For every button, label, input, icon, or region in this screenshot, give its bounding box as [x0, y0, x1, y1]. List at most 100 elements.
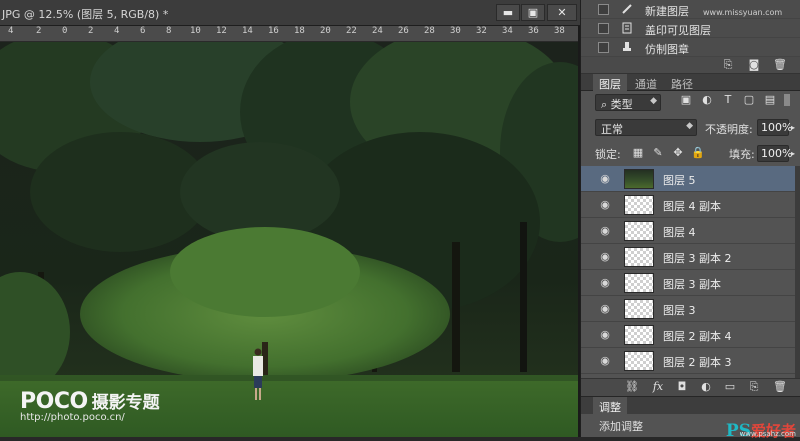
opacity-field[interactable]: 100%	[757, 119, 792, 136]
watermark-url: http://photo.poco.cn/	[20, 412, 125, 423]
lock-image-pixels-icon[interactable]: ✎	[651, 147, 665, 159]
layer-row[interactable]: ◉ 图层 3 副本 2	[581, 244, 800, 270]
eye-icon[interactable]: ◉	[599, 277, 611, 289]
filter-adjustment-icon[interactable]: ◐	[700, 94, 714, 106]
history-snapshot-checkbox[interactable]	[598, 4, 609, 15]
tab-channels[interactable]: 通道	[629, 74, 663, 91]
minimize-button[interactable]: ▬	[496, 4, 520, 21]
forest-photo	[0, 42, 578, 437]
layer-row[interactable]: ◉ 图层 2 副本 4	[581, 322, 800, 348]
fill-dropdown-icon[interactable]: ▸	[789, 148, 797, 160]
history-snapshot-checkbox[interactable]	[598, 42, 609, 53]
stamp-icon	[621, 41, 633, 53]
ruler-tick: 0	[62, 26, 68, 36]
blend-mode-select[interactable]: 正常 ◆	[595, 119, 697, 136]
ruler-tick: 14	[242, 26, 253, 36]
tab-layers[interactable]: 图层	[593, 74, 627, 91]
maximize-button[interactable]: ▣	[521, 4, 545, 21]
folder-icon[interactable]: ▭	[723, 381, 737, 393]
ruler-tick: 10	[190, 26, 201, 36]
ruler-tick: 34	[502, 26, 513, 36]
ruler-tick: 6	[140, 26, 146, 36]
layer-row[interactable]: ◉ 图层 5	[581, 166, 800, 192]
eye-icon[interactable]: ◉	[599, 225, 611, 237]
lock-all-icon[interactable]: 🔒	[691, 147, 705, 159]
new-layer-icon[interactable]: ⎘	[747, 381, 761, 393]
layer-filter-value: 类型	[610, 98, 633, 111]
history-item[interactable]: 盖印可见图层	[581, 19, 800, 38]
adjustment-layer-icon[interactable]: ◐	[699, 381, 713, 393]
filter-shape-icon[interactable]: ▢	[742, 94, 756, 106]
link-layers-icon[interactable]: ⛓	[625, 381, 639, 393]
ruler-tick: 20	[320, 26, 331, 36]
filter-smart-object-icon[interactable]: ▤	[763, 94, 777, 106]
layer-name[interactable]: 图层 2 副本 4	[663, 328, 732, 344]
layer-row[interactable]: ◉ 图层 4	[581, 218, 800, 244]
layer-name[interactable]: 图层 3 副本 2	[663, 250, 732, 266]
ruler-tick: 36	[528, 26, 539, 36]
layer-name[interactable]: 图层 5	[663, 172, 696, 188]
document-titlebar[interactable]: JPG @ 12.5% (图层 5, RGB/8) * ▬ ▣ ✕	[0, 0, 580, 26]
layer-thumbnail	[624, 221, 654, 241]
history-item[interactable]: 仿制图章	[581, 38, 800, 57]
history-panel: 新建图层 盖印可见图层 仿制图章 www.missyuan.com	[581, 0, 800, 57]
layer-thumbnail	[624, 247, 654, 267]
document-icon	[621, 22, 633, 34]
close-button[interactable]: ✕	[547, 4, 577, 21]
layers-list[interactable]: ◉ 图层 5 ◉ 图层 4 副本 ◉ 图层 4 ◉ 图层 3 副本 2 ◉ 图层…	[581, 166, 800, 378]
eye-icon[interactable]: ◉	[599, 329, 611, 341]
new-document-from-state-icon[interactable]: ⎘	[721, 59, 735, 71]
history-item-label: 仿制图章	[645, 43, 689, 56]
layer-name[interactable]: 图层 3	[663, 302, 696, 318]
document-window[interactable]: JPG @ 12.5% (图层 5, RGB/8) * ▬ ▣ ✕ 4 2 0 …	[0, 0, 580, 437]
eye-icon[interactable]: ◉	[599, 251, 611, 263]
eye-icon[interactable]: ◉	[599, 355, 611, 367]
camera-icon[interactable]: ◙	[747, 59, 761, 71]
eye-icon[interactable]: ◉	[599, 173, 611, 185]
lock-position-icon[interactable]: ✥	[671, 147, 685, 159]
filter-pixel-icon[interactable]: ▣	[679, 94, 693, 106]
ruler-tick: 22	[346, 26, 357, 36]
horizontal-ruler[interactable]: 4 2 0 2 4 6 8 10 12 14 16 18 20 22 24 26…	[0, 26, 580, 42]
layer-row[interactable]: ◉ 图层 3 副本	[581, 270, 800, 296]
chevron-updown-icon: ◆	[650, 96, 657, 106]
document-title: JPG @ 12.5% (图层 5, RGB/8) *	[2, 8, 169, 21]
tab-adjustments[interactable]: 调整	[593, 397, 627, 414]
filter-type-icon[interactable]: T	[721, 94, 735, 106]
trash-icon[interactable]: 🗑	[773, 59, 787, 71]
layer-name[interactable]: 图层 4	[663, 224, 696, 240]
search-icon: ⌕	[601, 98, 608, 111]
ruler-tick: 4	[114, 26, 120, 36]
eye-icon[interactable]: ◉	[599, 199, 611, 211]
watermark-brand-cn: 摄影专题	[91, 393, 160, 413]
add-mask-icon[interactable]: ◘	[675, 381, 689, 393]
trash-icon[interactable]: 🗑	[773, 381, 787, 393]
history-snapshot-checkbox[interactable]	[598, 23, 609, 34]
layers-footer-toolbar: ⛓ fx ◘ ◐ ▭ ⎘ 🗑	[581, 378, 800, 396]
fill-field[interactable]: 100%	[757, 145, 792, 162]
ruler-tick: 18	[294, 26, 305, 36]
lock-label: 锁定:	[595, 148, 621, 161]
ruler-tick: 30	[450, 26, 461, 36]
layers-scrollbar[interactable]	[795, 166, 800, 378]
layer-filter-select[interactable]: ⌕ 类型 ◆	[595, 94, 661, 111]
tab-paths[interactable]: 路径	[665, 74, 699, 91]
eye-icon[interactable]: ◉	[599, 303, 611, 315]
ruler-tick: 8	[166, 26, 172, 36]
layer-name[interactable]: 图层 3 副本	[663, 276, 721, 292]
history-item-label: 新建图层	[645, 5, 689, 18]
blend-row: 正常 ◆ 不透明度: 100% ▸	[581, 113, 800, 141]
ruler-tick: 4	[8, 26, 14, 36]
layer-name[interactable]: 图层 2 副本 3	[663, 354, 732, 370]
layer-name[interactable]: 图层 4 副本	[663, 198, 721, 214]
layer-row[interactable]: ◉ 图层 2 副本 3	[581, 348, 800, 374]
layer-row[interactable]: ◉ 图层 3	[581, 296, 800, 322]
opacity-dropdown-icon[interactable]: ▸	[789, 122, 797, 134]
ruler-tick: 32	[476, 26, 487, 36]
layer-row[interactable]: ◉ 图层 4 副本	[581, 192, 800, 218]
fx-icon[interactable]: fx	[651, 381, 665, 393]
filter-toggle-switch[interactable]	[784, 94, 790, 106]
missyuan-watermark: www.missyuan.com	[703, 8, 783, 17]
document-canvas[interactable]	[0, 42, 578, 437]
lock-transparent-pixels-icon[interactable]: ▦	[631, 147, 645, 159]
